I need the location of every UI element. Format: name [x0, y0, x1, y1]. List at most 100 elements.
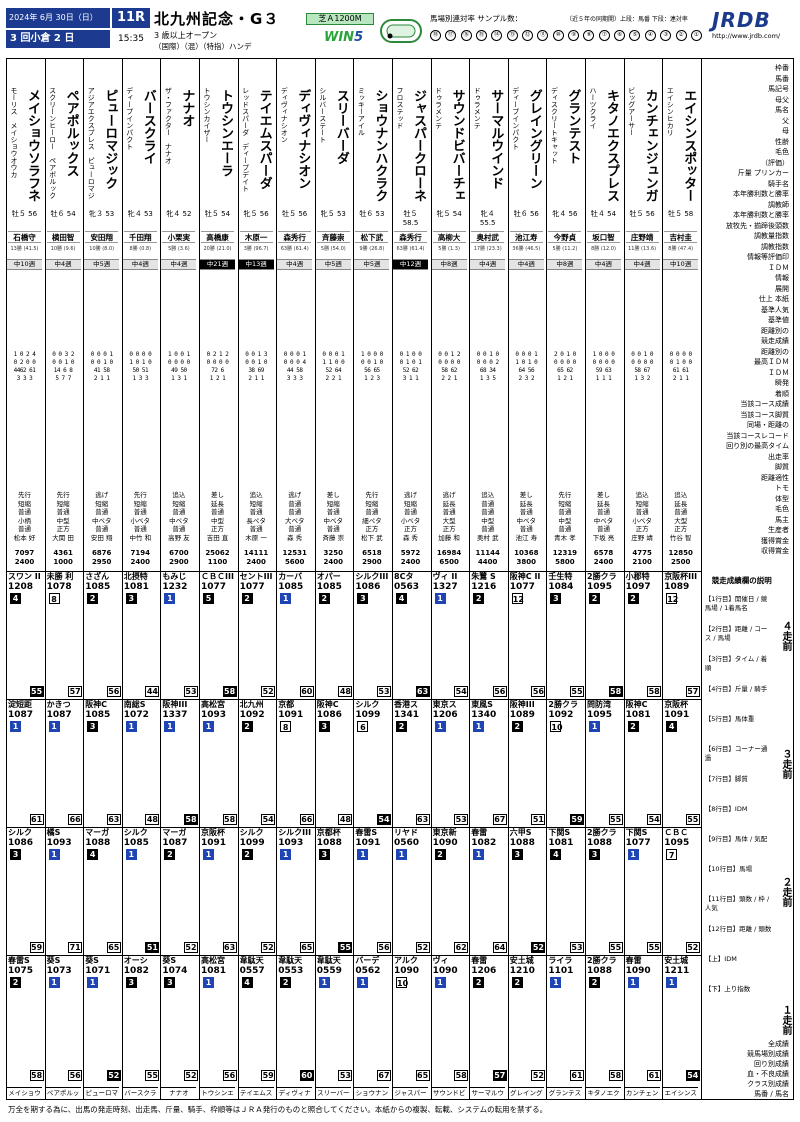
past-run-cell[interactable]: ヴィ II 13271 54	[431, 571, 471, 699]
past-run-cell[interactable]: 韋駄天 05574 59	[238, 955, 278, 1083]
past-run-cell[interactable]: 阪神C 10812 54	[624, 699, 664, 827]
horse-name[interactable]: サウンドビバーチェ	[449, 89, 465, 207]
past-run-cell[interactable]: 朱鷺 S 12162 56	[470, 571, 509, 699]
horse-column[interactable]: グレイングリーン ディープインパクト 牡６ 56 池江寿 36勝 (46.5) 中4週 0 …	[508, 59, 548, 1099]
horse-column[interactable]: サーマルウインド ドゥラメンテ 牝４ 55.5 奥村武 17勝 (23.3) 中4週 0 0…	[470, 59, 509, 1099]
horse-column[interactable]: エイシンスポッター エイシンヒカリ 牡５ 58 吉村圭 8勝 (47.4) 中10週 0 0…	[663, 59, 702, 1099]
past-run-cell[interactable]: 高松宮 10811 56	[200, 955, 239, 1083]
past-run-cell[interactable]: 安土城 12111 54	[663, 955, 702, 1083]
past-run-cell[interactable]: シルクIII 10863 53	[354, 571, 393, 699]
past-run-cell[interactable]: 阪神C 10863 48	[315, 699, 355, 827]
horse-name[interactable]: サーマルウインド	[487, 89, 503, 207]
horse-column[interactable]: ナナオ ザ・ファクター ナナオ 牝４ 52 小栗実 5勝 (3.6) 中4週 1 0 0 1…	[161, 59, 200, 1099]
past-run-cell[interactable]: 阪神III 13371 58	[161, 699, 200, 827]
past-run-cell[interactable]: 春雷S 10752 58	[7, 955, 46, 1083]
past-run-cell[interactable]: バーデ 05621 67	[354, 955, 393, 1083]
past-run-cell[interactable]: 葵S 10743 52	[161, 955, 200, 1083]
past-run-cell[interactable]: 韋駄天 05532 60	[277, 955, 316, 1083]
horse-name[interactable]: ペアポルックス	[63, 89, 79, 207]
horse-name[interactable]: テイエムスパーダ	[256, 89, 272, 207]
past-run-cell[interactable]: 葵S 10731 56	[45, 955, 85, 1083]
past-run-cell[interactable]: シルク 10863 59	[7, 827, 46, 955]
past-run-cell[interactable]: 京阪杯 10911 63	[200, 827, 239, 955]
past-run-cell[interactable]: 淀短距 10871 61	[7, 699, 46, 827]
horse-name[interactable]: トウシンエーラ	[217, 89, 233, 207]
past-run-cell[interactable]: 春雷 10901 61	[624, 955, 664, 1083]
horse-column[interactable]: ディヴィナシオン ディヴィナシオン 牡５ 56 森秀行 63勝 (61.4) 中4週 0 0…	[277, 59, 316, 1099]
past-run-cell[interactable]: 京阪杯 10914 55	[663, 699, 702, 827]
jockey-name[interactable]: 斉藤崇	[316, 231, 350, 243]
past-run-cell[interactable]: 春雷 10821 64	[470, 827, 509, 955]
jockey-name[interactable]: 庄野靖	[625, 231, 659, 243]
horse-name[interactable]: ショウナンハクラク	[371, 89, 387, 207]
past-run-cell[interactable]: マーガ 10872 52	[161, 827, 200, 955]
past-run-cell[interactable]: 東京新 10902 62	[431, 827, 471, 955]
past-run-cell[interactable]: さざん 10852 56	[84, 571, 123, 699]
past-run-cell[interactable]: 六甲S 10883 52	[508, 827, 548, 955]
jockey-name[interactable]: 高橋康	[201, 231, 234, 243]
jockey-name[interactable]: 木原一	[239, 231, 273, 243]
jockey-name[interactable]: 森秀行	[394, 231, 427, 243]
past-run-cell[interactable]: マーガ 10884 65	[84, 827, 123, 955]
horse-column[interactable]: キタノエクスプレス ハーツクライ 牡４ 54 坂口智 8勝 (12.0) 中4週 1 0 0…	[586, 59, 625, 1099]
jockey-name[interactable]: 横田智	[46, 231, 80, 243]
past-run-cell[interactable]: 2勝クラ 10882 58	[586, 955, 625, 1083]
past-run-cell[interactable]: セントIII 10772 52	[238, 571, 278, 699]
jockey-name[interactable]: 石橋守	[8, 231, 41, 243]
past-run-cell[interactable]: 壬生特 10843 55	[547, 571, 586, 699]
horse-name[interactable]: ピューロマジック	[101, 89, 117, 207]
past-run-cell[interactable]: 2勝クラ 10952 58	[586, 571, 625, 699]
past-run-cell[interactable]: 春雷S 10911 56	[354, 827, 393, 955]
jockey-name[interactable]: 池江寿	[509, 231, 543, 243]
past-run-cell[interactable]: 南総S 10721 48	[122, 699, 162, 827]
horse-column[interactable]: カンチェンジュンガ ビッグアーサー 牡５ 56 庄野靖 11勝 (13.6) 中4週 0 0…	[624, 59, 664, 1099]
jockey-name[interactable]: 高柳大	[432, 231, 466, 243]
past-run-cell[interactable]: ＣＢＣIII 10775 58	[200, 571, 239, 699]
past-run-cell[interactable]: 2勝クラ 109210 59	[547, 699, 586, 827]
past-run-cell[interactable]: 京都杯 10883 55	[315, 827, 355, 955]
horse-name[interactable]: ジャスパークローネ	[410, 89, 426, 207]
jockey-name[interactable]: 奥村武	[471, 231, 505, 243]
past-run-cell[interactable]: 下関S 10771 55	[624, 827, 664, 955]
horse-column[interactable]: ショウナンハクラク ミッキーアイル 牡６ 53 松下武 9勝 (26.8) 中5週 1 0 …	[354, 59, 393, 1099]
horse-column[interactable]: ペアポルックススクリーンヒーロー ペアポルックス牡６ 54 横田智 10勝 (9.6…	[45, 59, 85, 1099]
horse-name[interactable]: ナナオ	[178, 89, 194, 207]
past-run-cell[interactable]: 阪神C 10853 63	[84, 699, 123, 827]
horse-column[interactable]: テイエムスパーダ レッドスパーダ ディープデイト 牝５ 56 木原一 3勝 (96.7)…	[238, 59, 278, 1099]
past-run-cell[interactable]: 葵S 10711 52	[84, 955, 123, 1083]
past-run-cell[interactable]: カーバ 10851 60	[277, 571, 316, 699]
past-run-cell[interactable]: 問防湾 10951 55	[586, 699, 625, 827]
past-run-cell[interactable]: 小郡特 10972 58	[624, 571, 664, 699]
past-run-cell[interactable]: 8Cタ 05634 63	[393, 571, 432, 699]
past-run-cell[interactable]: 未勝 利 10788 57	[45, 571, 85, 699]
horse-column[interactable]: ジャスパークローネ フロステッド 牡５ 58.5 森秀行 63勝 (61.4) 中12週 0…	[393, 59, 432, 1099]
past-run-cell[interactable]: 北摂特 10813 44	[122, 571, 162, 699]
past-run-cell[interactable]: 阪神III 10892 51	[508, 699, 548, 827]
horse-column[interactable]: グランテスト ディスクリートキャット 牝４ 56 今野貞 5勝 (11.2) 中8週 2 0…	[547, 59, 586, 1099]
past-run-cell[interactable]: 橘S 10931 71	[45, 827, 85, 955]
jockey-name[interactable]: 今野貞	[548, 231, 582, 243]
horse-column[interactable]: バースクライ ディープインパクト 牝４ 53 千田翔 8勝 (0.8) 中4週 0 0 0 …	[122, 59, 162, 1099]
past-run-cell[interactable]: 東風S 13401 67	[470, 699, 509, 827]
past-run-cell[interactable]: 下関S 10814 53	[547, 827, 586, 955]
past-run-cell[interactable]: スワン II 12084 55	[7, 571, 46, 699]
past-run-cell[interactable]: シルク 10992 52	[238, 827, 278, 955]
past-run-cell[interactable]: 春雷 12062 57	[470, 955, 509, 1083]
past-run-cell[interactable]: 阪神C II 107712 56	[508, 571, 548, 699]
horse-column[interactable]: サウンドビバーチェ ドゥラメンテ 牝５ 54 高柳大 5勝 (1.3) 中8週 0 0 1 …	[431, 59, 471, 1099]
past-run-cell[interactable]: ヴィ 10901 58	[431, 955, 471, 1083]
past-run-cell[interactable]: オーシ 10823 55	[122, 955, 162, 1083]
horse-name[interactable]: メイショウソラフネ	[24, 89, 40, 207]
horse-column[interactable]: ピューロマジックアジアエクスプレス ピューロマジック牝３ 53 安田翔 10勝 (8…	[84, 59, 123, 1099]
past-run-cell[interactable]: アルク 109010 65	[393, 955, 432, 1083]
horse-column[interactable]: トウシンエーラ トウシンカイザー 牡５ 54 高橋康 20勝 (21.0) 中21週 0 2…	[200, 59, 239, 1099]
past-run-cell[interactable]: 高松宮 10931 58	[200, 699, 239, 827]
horse-name[interactable]: バースクライ	[140, 89, 156, 207]
past-run-cell[interactable]: 京都 10918 66	[277, 699, 316, 827]
past-run-cell[interactable]: かきつ 10871 66	[45, 699, 85, 827]
past-run-cell[interactable]: 香港ス 13412 63	[393, 699, 432, 827]
horse-name[interactable]: キタノエクスプレス	[603, 89, 619, 207]
past-run-cell[interactable]: リヤド 05601 52	[393, 827, 432, 955]
past-run-cell[interactable]: ＣＢＣ 10957 52	[663, 827, 702, 955]
past-run-cell[interactable]: 東京ス 12061 53	[431, 699, 471, 827]
